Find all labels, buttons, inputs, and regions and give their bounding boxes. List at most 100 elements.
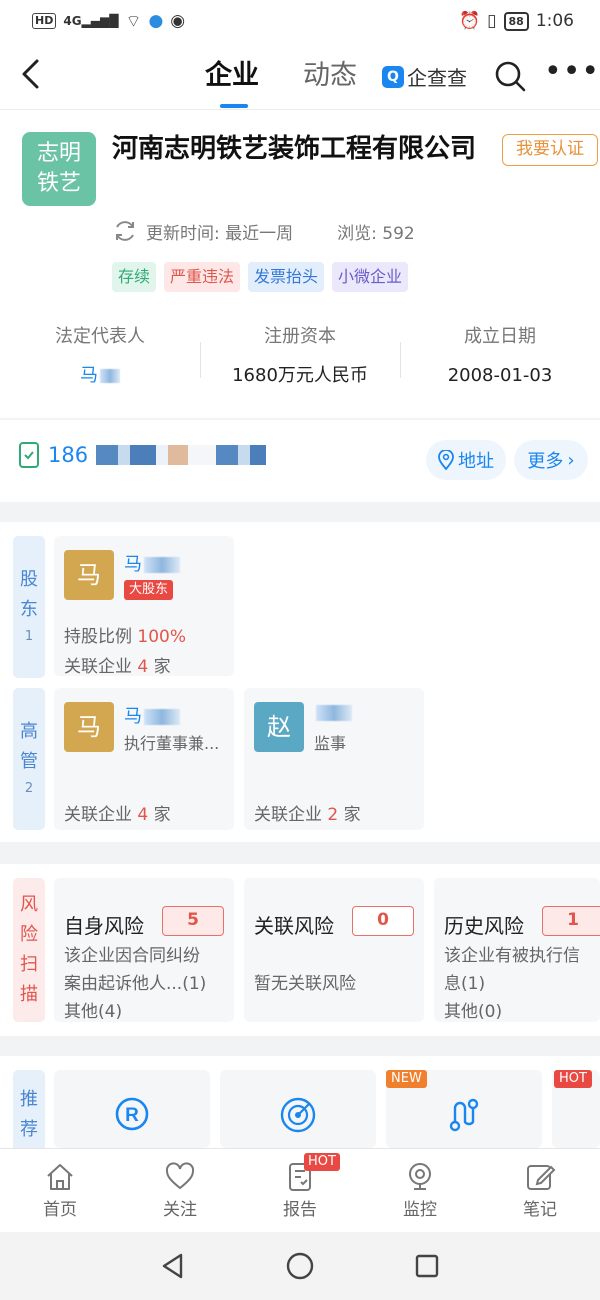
company-stats: 法定代表人 马 注册资本 1680万元人民币 成立日期 2008-01-03 bbox=[0, 322, 600, 412]
trademark-service-card[interactable]: R bbox=[54, 1070, 210, 1148]
tab-follow[interactable]: 关注 bbox=[120, 1149, 240, 1232]
avatar: 马 bbox=[64, 550, 114, 600]
tab-label: 报告 bbox=[283, 1200, 317, 1220]
battery-icon: 88 bbox=[503, 11, 529, 31]
shareholder-name[interactable]: 马 bbox=[124, 550, 180, 576]
tag-active[interactable]: 存续 bbox=[112, 262, 157, 292]
location-pin-icon bbox=[438, 450, 454, 470]
executive-card[interactable]: 赵 监事 关联企业 2 家 bbox=[244, 688, 424, 830]
tab-notes[interactable]: 笔记 bbox=[480, 1149, 600, 1232]
tab-home[interactable]: 首页 bbox=[0, 1149, 120, 1232]
shareholder-card[interactable]: 马 马 大股东 持股比例 100% 关联企业 4 家 bbox=[54, 536, 234, 677]
search-icon[interactable] bbox=[494, 60, 526, 96]
shareholders-label[interactable]: 股 东 1 bbox=[13, 536, 45, 678]
legal-representative[interactable]: 法定代表人 马 bbox=[0, 322, 200, 412]
legal-rep-value[interactable]: 马 bbox=[0, 358, 200, 394]
capital-label: 注册资本 bbox=[264, 326, 336, 347]
company-header: 志明 铁艺 河南志明铁艺装饰工程有限公司 我要认证 更新时间: 最近一周 浏览:… bbox=[0, 110, 600, 418]
system-navigation-bar bbox=[0, 1232, 600, 1300]
founded-value: 2008-01-03 bbox=[447, 365, 553, 386]
executive-name[interactable] bbox=[314, 702, 352, 723]
executives-count: 2 bbox=[24, 781, 34, 796]
self-risk-card[interactable]: 自身风险 5 该企业因合同纠纷 案由起诉他人...(1) 其他(4) bbox=[54, 878, 234, 1022]
update-time: 更新时间: 最近一周 bbox=[146, 223, 294, 244]
tab-report[interactable]: HOT 报告 bbox=[240, 1149, 360, 1232]
related-companies[interactable]: 关联企业 4 家 bbox=[64, 652, 171, 677]
company-name: 河南志明铁艺装饰工程有限公司 bbox=[112, 134, 477, 164]
address-button[interactable]: 地址 bbox=[426, 440, 506, 480]
founded-date: 成立日期 2008-01-03 bbox=[400, 322, 600, 412]
certify-button[interactable]: 我要认证 bbox=[502, 134, 598, 166]
registered-trademark-icon: R bbox=[114, 1096, 150, 1136]
executives-label[interactable]: 高 管 2 bbox=[13, 688, 45, 830]
tab-label: 笔记 bbox=[523, 1200, 557, 1220]
hd-icon: HD bbox=[32, 13, 57, 29]
brand-name: 企查查 bbox=[407, 66, 467, 90]
brand-logo: Q 企查查 bbox=[382, 62, 467, 91]
back-icon[interactable] bbox=[20, 58, 56, 94]
avatar: 赵 bbox=[254, 702, 304, 752]
tab-company[interactable]: 企业 bbox=[205, 58, 259, 94]
phone-redacted bbox=[96, 445, 267, 465]
system-back-icon[interactable] bbox=[159, 1252, 187, 1280]
route-service-card[interactable]: NEW bbox=[386, 1070, 542, 1148]
tab-label: 首页 bbox=[43, 1200, 77, 1220]
update-info: 更新时间: 最近一周 浏览: 592 bbox=[112, 218, 415, 244]
shareholders-count: 1 bbox=[24, 629, 34, 644]
more-menu-icon[interactable]: ••• bbox=[544, 54, 600, 89]
major-shareholder-badge: 大股东 bbox=[124, 580, 174, 600]
company-logo-line2: 铁艺 bbox=[36, 171, 81, 196]
status-tags: 存续 严重违法 发票抬头 小微企业 bbox=[112, 262, 409, 292]
svg-text:R: R bbox=[125, 1105, 139, 1126]
route-icon bbox=[445, 1096, 483, 1138]
monitor-camera-icon bbox=[409, 1163, 431, 1190]
tab-news[interactable]: 动态 bbox=[303, 58, 357, 94]
tab-monitor[interactable]: 监控 bbox=[360, 1149, 480, 1232]
history-risk-card[interactable]: 历史风险 1 该企业有被执行信 息(1) 其他(0) bbox=[434, 878, 600, 1022]
tag-invoice-title[interactable]: 发票抬头 bbox=[248, 262, 325, 292]
vibrate-icon: ▯ bbox=[487, 11, 497, 31]
related-companies[interactable]: 关联企业 2 家 bbox=[254, 800, 361, 825]
radar-service-card[interactable] bbox=[220, 1070, 376, 1148]
phone-number[interactable]: 186 bbox=[18, 442, 267, 468]
qichacha-logo-icon: Q bbox=[382, 65, 404, 88]
heart-icon bbox=[165, 1162, 195, 1190]
chevron-right-icon: › bbox=[567, 449, 575, 471]
risk-count: 1 bbox=[542, 906, 600, 936]
app-notification-icon: ● bbox=[148, 11, 164, 31]
tag-small-business[interactable]: 小微企业 bbox=[332, 262, 409, 292]
risk-desc: 暂无关联风险 bbox=[254, 974, 356, 994]
risk-scan-section: 风 险 扫 描 自身风险 5 该企业因合同纠纷 案由起诉他人...(1) 其他(… bbox=[0, 864, 600, 1036]
risk-scan-label: 风 险 扫 描 bbox=[13, 878, 45, 1022]
system-recents-icon[interactable] bbox=[413, 1252, 441, 1280]
wifi-icon: ⌔ bbox=[125, 11, 142, 32]
active-tab-indicator bbox=[220, 104, 248, 108]
hot-badge: HOT bbox=[554, 1070, 592, 1088]
alarm-icon: ⏰ bbox=[458, 11, 481, 31]
recommend-label: 推 荐 服 bbox=[13, 1070, 45, 1148]
status-bar: HD 4G▂▄▆█ ⌔ ● ◉ ⏰ ▯ 88 1:06 bbox=[0, 0, 600, 42]
share-ratio: 持股比例 100% bbox=[64, 627, 187, 647]
tag-serious-violation[interactable]: 严重违法 bbox=[164, 262, 241, 292]
company-logo: 志明 铁艺 bbox=[22, 132, 96, 206]
executive-role: 执行董事兼... bbox=[124, 734, 220, 753]
more-contact-button[interactable]: 更多 › bbox=[514, 440, 588, 480]
top-navigation: 企业 动态 Q 企查查 ••• bbox=[0, 42, 600, 110]
executive-name[interactable]: 马 bbox=[124, 702, 180, 728]
hot-service-card[interactable]: HOT bbox=[552, 1070, 600, 1148]
tab-label: 关注 bbox=[163, 1200, 197, 1220]
people-section: 股 东 1 马 马 大股东 持股比例 100% 关联企业 4 家 高 管 2 马… bbox=[0, 522, 600, 842]
new-badge: NEW bbox=[386, 1070, 427, 1088]
risk-count: 5 bbox=[162, 906, 224, 936]
tab-label: 监控 bbox=[403, 1200, 437, 1220]
refresh-icon[interactable] bbox=[112, 218, 138, 244]
radar-icon bbox=[279, 1096, 317, 1138]
sound-notification-icon: ◉ bbox=[170, 11, 186, 31]
avatar: 马 bbox=[64, 702, 114, 752]
home-icon bbox=[47, 1164, 73, 1190]
related-risk-card[interactable]: 关联风险 0 暂无关联风险 bbox=[244, 878, 424, 1022]
risk-count: 0 bbox=[352, 906, 414, 936]
executive-card[interactable]: 马 马 执行董事兼... 关联企业 4 家 bbox=[54, 688, 234, 830]
related-companies[interactable]: 关联企业 4 家 bbox=[64, 800, 171, 825]
system-home-icon[interactable] bbox=[285, 1251, 315, 1281]
